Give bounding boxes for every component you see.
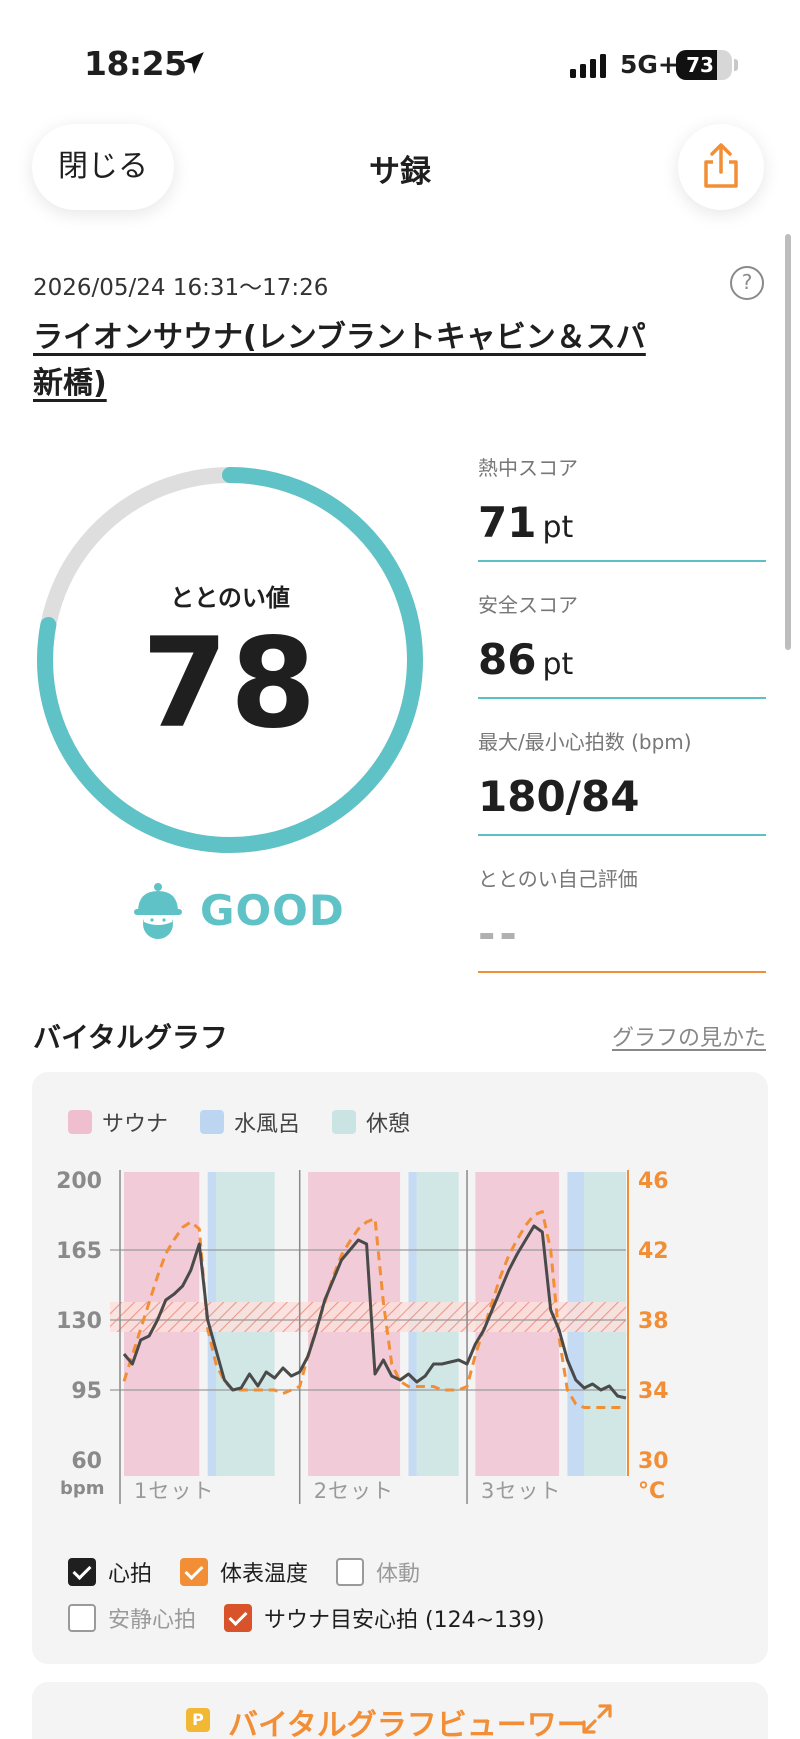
- toggle-surface-temp[interactable]: 体表温度: [180, 1556, 308, 1588]
- heart-rate-range: 最大/最小心拍数 (bpm) 180/84: [478, 726, 766, 836]
- score-value: --: [478, 909, 521, 958]
- toggle-row: 安静心拍 サウナ目安心拍 (124~139): [68, 1602, 748, 1634]
- score-unit: pt: [542, 510, 574, 545]
- scrollbar[interactable]: [785, 234, 791, 650]
- help-icon[interactable]: ?: [730, 266, 764, 300]
- score-value: 71 pt: [478, 482, 766, 560]
- score-value: 180/84: [478, 772, 640, 821]
- graph-help-link[interactable]: グラフの見かた: [612, 1020, 766, 1052]
- close-button[interactable]: 閉じる: [32, 124, 174, 210]
- left-axis-unit: bpm: [60, 1478, 105, 1499]
- toggle-row: 心拍 体表温度 体動: [68, 1556, 748, 1588]
- legend-label: サウナ: [102, 1112, 169, 1137]
- graph-viewer-button[interactable]: P バイタルグラフビューワー: [32, 1682, 768, 1739]
- right-tick-label: 34: [638, 1379, 669, 1404]
- divider: [478, 971, 766, 973]
- right-axis-unit: °C: [638, 1479, 665, 1504]
- legend-item-sauna: サウナ: [68, 1106, 168, 1138]
- battery-level: 73: [686, 53, 714, 77]
- right-tick-label: 30: [638, 1449, 669, 1474]
- divider: [478, 834, 766, 836]
- left-tick-label: 95: [71, 1379, 102, 1404]
- vital-chart[interactable]: 1セット 2セット 3セット 200 165 130 95 60 bpm 46 42 38 34 30 °…: [32, 1162, 768, 1542]
- score-value: 86 pt: [478, 619, 766, 697]
- toggle-label: 心拍: [108, 1562, 153, 1587]
- toggle-label: 体動: [376, 1562, 421, 1587]
- checkbox[interactable]: [68, 1558, 96, 1586]
- graph-legend: サウナ 水風呂 休憩: [68, 1106, 410, 1138]
- legend-label: 水風呂: [234, 1112, 301, 1137]
- gauge-value: 78: [141, 612, 319, 756]
- clock: 18:25: [84, 44, 187, 83]
- right-tick-label: 38: [638, 1309, 669, 1334]
- legend-swatch: [68, 1110, 92, 1134]
- record-datetime: 2026/05/24 16:31〜17:26: [33, 275, 329, 301]
- score-number: 86: [478, 635, 537, 684]
- page-title: サ録: [369, 154, 431, 190]
- battery-cap: [734, 59, 738, 71]
- battery-icon: 73: [676, 50, 732, 80]
- legend-swatch: [200, 1110, 225, 1134]
- score-label: 熱中スコア: [478, 456, 578, 480]
- toggle-label: 体表温度: [220, 1562, 309, 1587]
- legend-label: 休憩: [366, 1112, 411, 1137]
- target-zone: [110, 1302, 626, 1332]
- score-label: ととのい自己評価: [478, 867, 638, 891]
- toggle-label: 安静心拍: [108, 1608, 197, 1633]
- legend-item-rest: 休憩: [332, 1106, 410, 1138]
- score-number: 71: [478, 498, 537, 547]
- viewer-label: バイタルグラフビューワー: [228, 1708, 587, 1739]
- location-arrow-icon: [182, 52, 204, 74]
- share-button[interactable]: [678, 124, 764, 210]
- left-tick-label: 165: [56, 1239, 102, 1264]
- checkbox[interactable]: [180, 1558, 209, 1586]
- cellular-signal-icon: [570, 54, 606, 78]
- network-type: 5G+: [620, 50, 679, 79]
- legend-swatch: [332, 1110, 357, 1134]
- heat-score: 熱中スコア 71 pt: [478, 452, 766, 562]
- right-tick-label: 42: [638, 1239, 669, 1264]
- score-unit: pt: [542, 647, 574, 682]
- toggle-target-hr[interactable]: サウナ目安心拍 (124~139): [224, 1602, 545, 1634]
- score-label: 安全スコア: [478, 593, 578, 617]
- toggle-heart-rate[interactable]: 心拍: [68, 1556, 152, 1588]
- expand-icon: [582, 1704, 612, 1734]
- rating-label: GOOD: [200, 886, 345, 935]
- legend-item-water: 水風呂: [200, 1106, 300, 1138]
- premium-badge-icon: P: [186, 1708, 210, 1732]
- checkbox[interactable]: [224, 1604, 253, 1632]
- left-tick-label: 200: [56, 1169, 102, 1194]
- vital-graph-card: サウナ 水風呂 休憩 1セット 2セット 3セット 200 165 130 95 60 bpm…: [32, 1072, 768, 1664]
- safety-score: 安全スコア 86 pt: [478, 589, 766, 699]
- sauna-hat-icon: [134, 883, 182, 939]
- toggle-label: サウナ目安心拍 (124~139): [264, 1608, 545, 1633]
- score-label: 最大/最小心拍数 (bpm): [478, 730, 692, 754]
- toggle-resting-hr[interactable]: 安静心拍: [68, 1602, 196, 1634]
- facility-link[interactable]: ライオンサウナ(レンブラントキャビン＆スパ新橋): [33, 315, 673, 407]
- checkbox[interactable]: [336, 1558, 365, 1586]
- left-tick-label: 60: [71, 1449, 102, 1474]
- toggle-motion[interactable]: 体動: [336, 1556, 420, 1588]
- checkbox[interactable]: [68, 1604, 96, 1632]
- gauge-label: ととのい値: [170, 584, 290, 612]
- self-evaluation[interactable]: ととのい自己評価 --: [478, 863, 766, 973]
- set-label: 1セット: [134, 1479, 214, 1503]
- section-title: バイタルグラフ: [33, 1021, 228, 1054]
- set-label: 2セット: [314, 1479, 394, 1503]
- left-tick-label: 130: [56, 1309, 102, 1334]
- status-bar: 18:25 5G+ 73: [0, 0, 800, 120]
- series-toggles: 心拍 体表温度 体動 安静心拍 サウナ目安心拍 (124~139): [68, 1556, 748, 1648]
- target-zone-band: [110, 1302, 626, 1332]
- set-label: 3セット: [481, 1479, 561, 1503]
- share-icon: [704, 143, 738, 188]
- right-tick-label: 46: [638, 1169, 669, 1194]
